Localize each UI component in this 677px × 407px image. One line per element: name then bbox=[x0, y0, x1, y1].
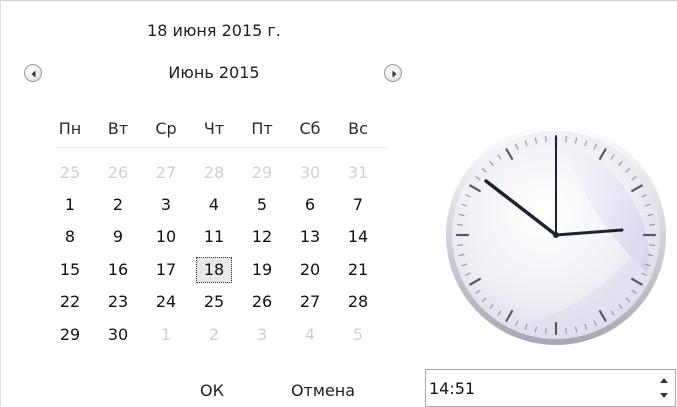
calendar-day-other-month[interactable]: 5 bbox=[340, 322, 376, 348]
time-spinner bbox=[655, 372, 673, 404]
calendar-day[interactable]: 17 bbox=[148, 257, 184, 283]
calendar-day-other-month[interactable]: 4 bbox=[292, 322, 328, 348]
calendar-day[interactable]: 23 bbox=[100, 289, 136, 315]
calendar-day[interactable]: 10 bbox=[148, 224, 184, 250]
calendar-day-other-month[interactable]: 1 bbox=[148, 322, 184, 348]
cancel-button[interactable]: Отмена bbox=[281, 381, 365, 400]
next-month-button[interactable] bbox=[384, 64, 402, 82]
calendar-day[interactable]: 20 bbox=[292, 257, 328, 283]
weekday-divider bbox=[56, 147, 386, 148]
calendar-day[interactable]: 29 bbox=[52, 322, 88, 348]
calendar-day[interactable]: 21 bbox=[340, 257, 376, 283]
calendar-day[interactable]: 25 bbox=[196, 289, 232, 315]
right-arrow-circle-icon bbox=[392, 70, 397, 78]
calendar-day-other-month[interactable]: 31 bbox=[340, 160, 376, 186]
time-spinbox bbox=[425, 369, 676, 407]
previous-month-button[interactable] bbox=[24, 64, 42, 82]
clock-minute-tick bbox=[648, 244, 655, 246]
calendar-day[interactable]: 6 bbox=[292, 192, 328, 218]
calendar-day[interactable]: 30 bbox=[100, 322, 136, 348]
calendar-day[interactable]: 2 bbox=[100, 192, 136, 218]
weekday-label: Сб bbox=[299, 119, 321, 138]
calendar-day[interactable]: 26 bbox=[244, 289, 280, 315]
calendar-day-selected[interactable]: 18 bbox=[196, 257, 232, 283]
analog-clock bbox=[446, 125, 666, 345]
calendar-day[interactable]: 12 bbox=[244, 224, 280, 250]
clock-center-pin bbox=[553, 232, 559, 238]
weekday-label: Вт bbox=[107, 119, 129, 138]
calendar-day-other-month[interactable]: 3 bbox=[244, 322, 280, 348]
month-year-title[interactable]: Июнь 2015 bbox=[129, 63, 299, 82]
clock-minute-tick bbox=[457, 244, 464, 246]
weekday-label: Пт bbox=[251, 119, 273, 138]
time-input[interactable] bbox=[429, 373, 639, 403]
calendar-day[interactable]: 24 bbox=[148, 289, 184, 315]
calendar-day[interactable]: 14 bbox=[340, 224, 376, 250]
caret-up-icon[interactable] bbox=[655, 372, 673, 388]
clock-minute-tick bbox=[565, 136, 567, 143]
calendar-day[interactable]: 5 bbox=[244, 192, 280, 218]
clock-minute-tick bbox=[648, 224, 655, 226]
left-arrow-circle-icon bbox=[31, 70, 36, 78]
caret-down-icon[interactable] bbox=[655, 388, 673, 404]
calendar-day-other-month[interactable]: 26 bbox=[100, 160, 136, 186]
calendar-day[interactable]: 27 bbox=[292, 289, 328, 315]
calendar-day[interactable]: 15 bbox=[52, 257, 88, 283]
clock-minute-tick bbox=[565, 327, 567, 334]
calendar-day-other-month[interactable]: 25 bbox=[52, 160, 88, 186]
calendar-day[interactable]: 9 bbox=[100, 224, 136, 250]
calendar-day[interactable]: 19 bbox=[244, 257, 280, 283]
clock-minute-tick bbox=[457, 224, 464, 226]
calendar-day-other-month[interactable]: 28 bbox=[196, 160, 232, 186]
weekday-label: Ср bbox=[155, 119, 177, 138]
calendar-day[interactable]: 22 bbox=[52, 289, 88, 315]
calendar-day-other-month[interactable]: 2 bbox=[196, 322, 232, 348]
calendar-day[interactable]: 11 bbox=[196, 224, 232, 250]
calendar-day[interactable]: 13 bbox=[292, 224, 328, 250]
selected-date-title: 18 июня 2015 г. bbox=[147, 21, 281, 40]
calendar-day[interactable]: 28 bbox=[340, 289, 376, 315]
ok-button[interactable]: ОК bbox=[187, 381, 237, 400]
weekday-label: Пн bbox=[58, 119, 82, 138]
calendar-day[interactable]: 16 bbox=[100, 257, 136, 283]
calendar-day[interactable]: 4 bbox=[196, 192, 232, 218]
calendar-day-other-month[interactable]: 30 bbox=[292, 160, 328, 186]
calendar-day-other-month[interactable]: 29 bbox=[244, 160, 280, 186]
weekday-label: Вс bbox=[348, 119, 368, 138]
calendar-day[interactable]: 1 bbox=[52, 192, 88, 218]
clock-minute-tick bbox=[545, 136, 547, 143]
weekday-label: Чт bbox=[203, 119, 225, 138]
calendar-day-other-month[interactable]: 27 bbox=[148, 160, 184, 186]
calendar-day[interactable]: 3 bbox=[148, 192, 184, 218]
clock-minute-tick bbox=[545, 327, 547, 334]
date-time-picker-dialog: 18 июня 2015 г. Июнь 2015 Пн Вт Ср Чт Пт Сб Вс… bbox=[0, 0, 677, 407]
calendar-day[interactable]: 8 bbox=[52, 224, 88, 250]
calendar-day[interactable]: 7 bbox=[340, 192, 376, 218]
